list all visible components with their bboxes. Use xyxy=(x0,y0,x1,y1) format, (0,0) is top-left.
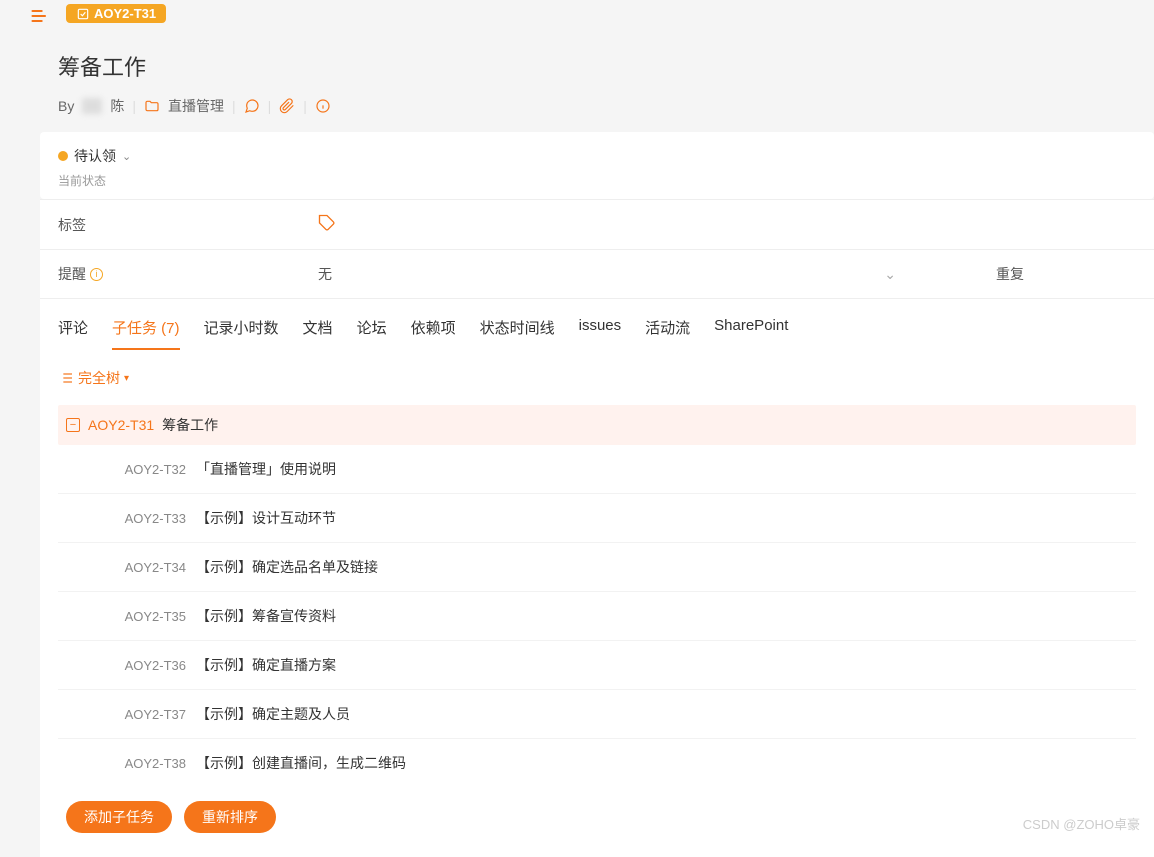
status-card: 待认领 ⌄ 当前状态 xyxy=(40,132,1154,199)
task-title: 筹备工作 xyxy=(58,50,1154,82)
tab-6[interactable]: 状态时间线 xyxy=(480,317,555,350)
status-value: 待认领 xyxy=(74,146,116,166)
remind-label: 提醒 xyxy=(58,264,86,284)
tag-icon xyxy=(318,214,336,235)
status-label: 当前状态 xyxy=(58,172,1136,189)
parent-task-title: 筹备工作 xyxy=(162,415,218,435)
subtask-title: 【示例】创建直播间，生成二维码 xyxy=(196,753,406,773)
author-blur xyxy=(82,98,102,114)
field-remind[interactable]: 提醒 i 无 ⌄ 重复 xyxy=(40,249,1154,298)
subtask-row[interactable]: AOY2-T37 【示例】确定主题及人员 xyxy=(58,690,1136,739)
subtask-title: 【示例】设计互动环节 xyxy=(196,508,336,528)
subtask-title: 「直播管理」使用说明 xyxy=(196,459,336,479)
subtask-title: 【示例】确定直播方案 xyxy=(196,655,336,675)
subtask-title: 【示例】筹备宣传资料 xyxy=(196,606,336,626)
add-subtask-button[interactable]: 添加子任务 xyxy=(66,801,172,833)
by-label: By xyxy=(58,98,74,114)
subtask-row[interactable]: AOY2-T33 【示例】设计互动环节 xyxy=(58,494,1136,543)
subtask-id: AOY2-T38 xyxy=(116,756,186,771)
tree-toggle-label: 完全树 xyxy=(78,368,120,388)
folder-icon xyxy=(144,98,160,114)
author-name: 陈 xyxy=(110,96,124,116)
tag-label: 标签 xyxy=(58,215,318,235)
tabs-bar: 评论子任务 (7) 记录小时数文档论坛依赖项状态时间线 issues 活动流 Share… xyxy=(40,298,1154,350)
chevron-down-icon: ⌄ xyxy=(122,150,131,163)
parent-task-row[interactable]: − AOY2-T31 筹备工作 xyxy=(58,405,1136,445)
subtask-id: AOY2-T35 xyxy=(116,609,186,624)
tab-8[interactable]: 活动流 xyxy=(645,317,690,350)
menu-toggle-icon[interactable] xyxy=(30,6,50,32)
subtask-panel: 完全树 ▾ − AOY2-T31 筹备工作 AOY2-T32 「直播管理」使用说明… xyxy=(40,350,1154,857)
tab-2[interactable]: 记录小时数 xyxy=(204,317,279,350)
subtask-title: 【示例】确定选品名单及链接 xyxy=(196,557,378,577)
subtask-row[interactable]: AOY2-T38 【示例】创建直播间，生成二维码 xyxy=(58,739,1136,787)
subtask-id: AOY2-T32 xyxy=(116,462,186,477)
subtask-id: AOY2-T34 xyxy=(116,560,186,575)
info-small-icon: i xyxy=(90,268,103,281)
parent-task-id: AOY2-T31 xyxy=(88,417,154,433)
tree-view-toggle[interactable]: 完全树 ▾ xyxy=(58,368,129,388)
tab-9[interactable]: SharePoint xyxy=(714,317,788,350)
subtask-title: 【示例】确定主题及人员 xyxy=(196,704,350,724)
subtask-id: AOY2-T37 xyxy=(116,707,186,722)
reorder-button[interactable]: 重新排序 xyxy=(184,801,276,833)
attachment-icon[interactable] xyxy=(279,98,295,114)
task-id-text: AOY2-T31 xyxy=(94,6,156,21)
subtask-row[interactable]: AOY2-T32 「直播管理」使用说明 xyxy=(58,445,1136,494)
tab-3[interactable]: 文档 xyxy=(303,317,333,350)
subtask-row[interactable]: AOY2-T36 【示例】确定直播方案 xyxy=(58,641,1136,690)
tab-1[interactable]: 子任务 (7) xyxy=(112,317,180,350)
tab-0[interactable]: 评论 xyxy=(58,317,88,350)
task-id-badge[interactable]: AOY2-T31 xyxy=(66,4,166,23)
folder-name[interactable]: 直播管理 xyxy=(168,96,224,116)
subtask-row[interactable]: AOY2-T34 【示例】确定选品名单及链接 xyxy=(58,543,1136,592)
collapse-icon[interactable]: − xyxy=(66,418,80,432)
tab-4[interactable]: 论坛 xyxy=(357,317,387,350)
tab-7[interactable]: issues xyxy=(579,317,622,350)
status-dropdown[interactable]: 待认领 ⌄ xyxy=(58,146,1136,166)
tab-5[interactable]: 依赖项 xyxy=(411,317,456,350)
remind-value: 无 xyxy=(318,264,332,284)
task-meta: By 陈 | 直播管理 | | | xyxy=(58,96,1154,116)
info-icon[interactable] xyxy=(315,98,331,114)
watermark: CSDN @ZOHO卓豪 xyxy=(1023,814,1140,833)
subtask-id: AOY2-T36 xyxy=(116,658,186,673)
comment-icon[interactable] xyxy=(244,98,260,114)
field-tag[interactable]: 标签 xyxy=(40,199,1154,249)
status-dot-icon xyxy=(58,151,68,161)
subtask-row[interactable]: AOY2-T35 【示例】筹备宣传资料 xyxy=(58,592,1136,641)
subtask-id: AOY2-T33 xyxy=(116,511,186,526)
caret-down-icon: ▾ xyxy=(124,373,129,384)
chevron-down-icon: ⌄ xyxy=(884,266,896,283)
repeat-label[interactable]: 重复 xyxy=(996,264,1136,284)
